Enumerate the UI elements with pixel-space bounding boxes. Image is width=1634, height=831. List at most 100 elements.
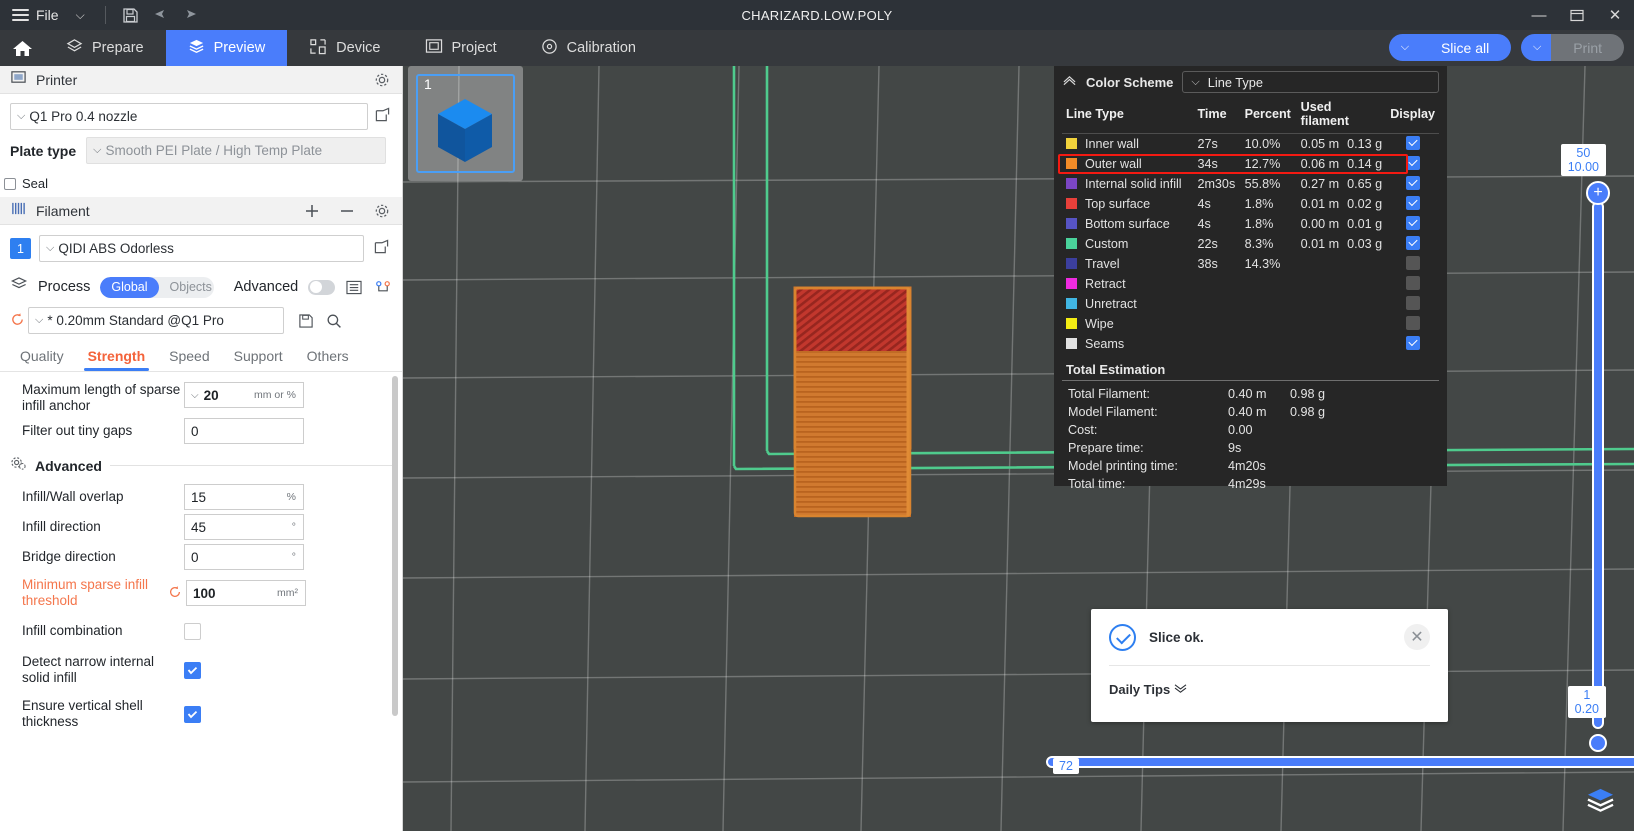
scope-objects-option[interactable]: Objects — [159, 277, 214, 298]
layer-slider-top-handle[interactable]: + — [1586, 181, 1610, 205]
setting-row-detect-narrow-infill: Detect narrow internal solid infill — [0, 648, 402, 692]
color-scheme-value: Line Type — [1207, 74, 1264, 90]
process-tabs: Quality Strength Speed Support Others — [0, 341, 402, 372]
chevron-down-icon[interactable]: ⌵ — [66, 8, 85, 23]
tab-speed[interactable]: Speed — [157, 341, 221, 371]
window-maximize-button[interactable] — [1558, 0, 1596, 30]
process-scope-toggle[interactable]: Global Objects — [100, 276, 214, 298]
chevron-down-icon: ⌵ — [1191, 75, 1200, 88]
filament-select[interactable]: ⌵ QIDI ABS Odorless — [39, 235, 364, 262]
color-scheme-select[interactable]: ⌵ Line Type — [1182, 71, 1439, 93]
setting-input-bridge-direction[interactable]: 0 ° — [184, 544, 304, 570]
legend-display-checkbox[interactable] — [1405, 175, 1420, 190]
setting-checkbox-infill-combination[interactable] — [184, 622, 201, 640]
slice-all-dropdown-icon[interactable]: ⌵ — [1388, 34, 1421, 61]
setting-input-filter-gaps[interactable]: 0 — [184, 418, 304, 444]
setting-checkbox-detect-narrow-infill[interactable] — [184, 661, 201, 679]
plate-thumbnail[interactable]: 1 — [408, 66, 523, 181]
window-close-button[interactable]: ✕ — [1596, 0, 1634, 30]
search-icon[interactable] — [324, 311, 344, 331]
scope-global-option[interactable]: Global — [100, 276, 159, 298]
undo-icon[interactable] — [146, 0, 176, 30]
legend-display-checkbox[interactable] — [1405, 295, 1420, 310]
plate-type-select[interactable]: ⌵ Smooth PEI Plate / High Temp Plate — [86, 137, 387, 164]
legend-display-checkbox[interactable] — [1405, 255, 1420, 270]
filament-edit-icon[interactable] — [374, 238, 389, 259]
filament-settings-gear-icon[interactable] — [372, 201, 392, 221]
add-filament-icon[interactable] — [302, 201, 322, 221]
filament-index-badge[interactable]: 1 — [10, 238, 31, 259]
move-slider-track[interactable] — [1046, 756, 1634, 768]
layer-slider-track[interactable] — [1592, 201, 1604, 729]
tab-prepare[interactable]: Prepare — [44, 30, 166, 66]
legend-display-checkbox[interactable] — [1405, 215, 1420, 230]
setting-label-infill-wall-overlap: Infill/Wall overlap — [22, 489, 124, 504]
seal-row[interactable]: Seal — [0, 176, 402, 191]
tab-calibration[interactable]: Calibration — [519, 30, 658, 66]
remove-filament-icon[interactable] — [337, 201, 357, 221]
daily-tips-toggle[interactable]: Daily Tips — [1091, 666, 1448, 697]
seal-checkbox[interactable] — [4, 177, 16, 190]
layer-slider-bottom-handle[interactable] — [1589, 734, 1607, 752]
window-minimize-button[interactable]: — — [1520, 0, 1558, 30]
collapse-chevron-icon[interactable] — [1062, 74, 1077, 90]
advanced-toggle[interactable] — [308, 279, 336, 295]
project-title: CHARIZARD.LOW.POLY — [741, 7, 893, 23]
slice-all-split-button[interactable]: ⌵ Slice all — [1388, 34, 1512, 61]
legend-display-checkbox[interactable] — [1405, 135, 1420, 150]
print-button[interactable]: Print — [1551, 34, 1624, 61]
setting-checkbox-ensure-vertical-shell[interactable] — [184, 705, 201, 723]
home-icon[interactable] — [0, 30, 44, 66]
tab-strength[interactable]: Strength — [76, 341, 158, 371]
legend-display-checkbox[interactable] — [1405, 155, 1420, 170]
slice-all-button[interactable]: Slice all — [1418, 34, 1512, 61]
printer-edit-icon[interactable] — [375, 106, 390, 127]
legend-table: Line Type Time Percent Used filament Dis… — [1062, 98, 1439, 354]
process-preset-select[interactable]: ⌵ * 0.20mm Standard @Q1 Pro — [28, 307, 284, 334]
tab-support[interactable]: Support — [222, 341, 295, 371]
reset-setting-icon[interactable] — [168, 585, 184, 602]
tab-others[interactable]: Others — [295, 341, 361, 371]
legend-display-checkbox[interactable] — [1405, 335, 1420, 350]
settings-scrollbar[interactable] — [392, 372, 400, 736]
legend-color-swatch — [1066, 258, 1077, 269]
save-icon[interactable] — [116, 0, 146, 30]
list-view-icon[interactable] — [345, 277, 364, 297]
printer-settings-gear-icon[interactable] — [372, 70, 392, 90]
legend-display-checkbox[interactable] — [1405, 275, 1420, 290]
layers-toggle-icon[interactable] — [1585, 787, 1616, 819]
compare-presets-icon[interactable] — [374, 277, 393, 297]
tab-project-label: Project — [451, 40, 497, 56]
legend-col-percent: Percent — [1240, 98, 1297, 134]
tab-device[interactable]: Device — [287, 30, 402, 66]
close-icon[interactable]: ✕ — [1404, 624, 1430, 650]
setting-unit-max-anchor: mm or % — [254, 389, 296, 401]
tab-project[interactable]: Project — [403, 30, 519, 66]
total-row-label: Model printing time: — [1068, 459, 1178, 473]
tab-preview[interactable]: Preview — [165, 30, 288, 66]
legend-row-percent — [1241, 274, 1297, 294]
setting-input-min-sparse-threshold[interactable]: 100 mm² — [186, 580, 306, 606]
printer-model-select[interactable]: ⌵ Q1 Pro 0.4 nozzle — [10, 103, 368, 130]
file-menu-button[interactable]: File ⌵ — [0, 0, 95, 30]
setting-input-infill-wall-overlap[interactable]: 15 % — [184, 484, 304, 510]
legend-display-checkbox[interactable] — [1405, 235, 1420, 250]
3d-viewport[interactable]: 1 Color Scheme ⌵ Line Type Line Type Tim… — [403, 66, 1634, 831]
tab-quality[interactable]: Quality — [8, 341, 76, 371]
legend-display-checkbox[interactable] — [1405, 195, 1420, 210]
tab-device-label: Device — [336, 40, 381, 56]
total-row-label: Total Filament: — [1068, 387, 1150, 401]
tab-preview-label: Preview — [213, 40, 266, 56]
redo-icon[interactable] — [176, 0, 206, 30]
setting-input-infill-direction[interactable]: 45 ° — [184, 514, 304, 540]
reset-preset-icon[interactable] — [10, 312, 26, 330]
legend-display-checkbox[interactable] — [1405, 315, 1420, 330]
print-dropdown-icon[interactable]: ⌵ — [1521, 34, 1554, 61]
move-slider-horizontal[interactable] — [1046, 753, 1634, 771]
setting-input-max-anchor[interactable]: ⌵ 20 mm or % — [184, 382, 304, 408]
save-preset-icon[interactable] — [296, 311, 316, 331]
print-split-button[interactable]: ⌵ Print — [1521, 34, 1624, 61]
legend-color-swatch — [1066, 238, 1077, 249]
total-row-label: Prepare time: — [1068, 441, 1144, 455]
layer-slider-vertical[interactable]: + — [1586, 161, 1610, 761]
